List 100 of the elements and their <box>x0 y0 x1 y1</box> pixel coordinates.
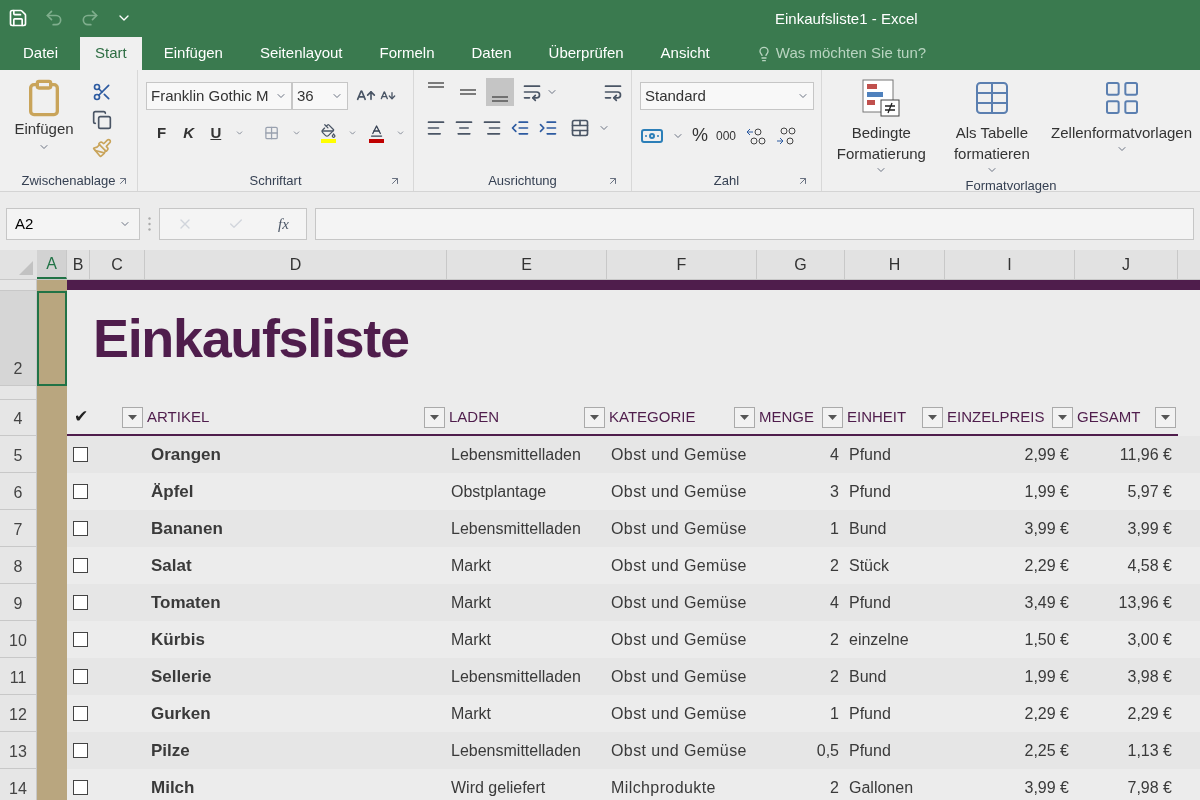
vertical-align-button[interactable] <box>486 78 514 106</box>
row-header[interactable]: 2 <box>0 291 37 386</box>
filter-button[interactable] <box>734 406 755 428</box>
font-name-field[interactable]: Franklin Gothic M <box>146 82 292 110</box>
caret-icon <box>1161 414 1170 420</box>
column-header[interactable]: A <box>37 250 67 279</box>
dialog-launcher-icon[interactable] <box>389 175 401 187</box>
row-checkbox[interactable] <box>73 743 88 758</box>
row-checkbox[interactable] <box>73 632 88 647</box>
row-checkbox[interactable] <box>73 669 88 684</box>
shaded-cell[interactable] <box>37 386 67 400</box>
ribbon-tab[interactable]: Ansicht <box>645 37 725 70</box>
row-checkbox[interactable] <box>73 780 88 795</box>
decrease-indent-icon[interactable] <box>510 118 530 138</box>
ribbon-tab[interactable]: Start <box>80 37 142 70</box>
row-header[interactable]: 6 <box>0 473 37 510</box>
grip-icon[interactable] <box>148 217 151 231</box>
column-header[interactable]: F <box>607 250 757 279</box>
formula-field[interactable] <box>315 208 1194 240</box>
wrap-text-icon[interactable] <box>603 82 623 102</box>
table-cell-text: 3,98 € <box>1127 666 1172 687</box>
row-header[interactable]: 9 <box>0 584 37 621</box>
align-left-icon[interactable] <box>426 118 446 138</box>
style-button[interactable]: Als Tabelle formatieren <box>936 78 1048 176</box>
row-checkbox[interactable] <box>73 558 88 573</box>
merge-cells-icon[interactable] <box>570 118 590 138</box>
increase-indent-icon[interactable] <box>538 118 558 138</box>
table-cell-text: 3,99 € <box>1024 777 1069 798</box>
column-header[interactable]: G <box>757 250 845 279</box>
thousands-button[interactable]: 000 <box>716 126 737 145</box>
align-center-icon[interactable] <box>454 118 474 138</box>
ribbon-tab[interactable]: Seitenlayout <box>244 37 358 70</box>
paste-button[interactable]: Einfügen <box>4 78 84 158</box>
font-size-field[interactable]: 36 <box>292 82 348 110</box>
font-style-button[interactable]: U <box>208 122 224 145</box>
increase-decimal-icon[interactable] <box>744 125 767 146</box>
ribbon-tab[interactable]: Datei <box>8 37 74 70</box>
row-checkbox[interactable] <box>73 521 88 536</box>
row-header[interactable]: 13 <box>0 732 37 769</box>
table-cell-text: Gallonen <box>849 777 914 798</box>
cut-icon[interactable] <box>92 82 112 102</box>
filter-button[interactable] <box>1052 406 1073 428</box>
font-style-button[interactable]: K <box>181 122 197 145</box>
insert-function-button[interactable]: fx <box>277 212 289 236</box>
filter-button[interactable] <box>822 406 843 428</box>
table-cell-text: 0,5 <box>816 740 839 761</box>
font-color-icon[interactable] <box>368 123 384 144</box>
group-label: Ausrichtung <box>488 172 557 191</box>
table-cell-text: Lebensmittelladen <box>451 666 581 687</box>
save-icon[interactable] <box>8 7 28 28</box>
ribbon-tab[interactable]: Einfügen <box>148 37 238 70</box>
row-header[interactable]: 7 <box>0 510 37 547</box>
filter-button[interactable] <box>584 406 605 428</box>
column-header[interactable]: I <box>945 250 1075 279</box>
row-checkbox[interactable] <box>73 484 88 499</box>
filter-button[interactable] <box>424 406 445 428</box>
row-header[interactable]: 4 <box>0 400 37 436</box>
table-cell-text: 13,96 € <box>1118 592 1172 613</box>
style-button[interactable]: Bedingte Formatierung <box>826 78 937 176</box>
shaded-cell[interactable] <box>37 280 67 291</box>
decrease-decimal-icon[interactable] <box>774 125 797 146</box>
filter-button[interactable] <box>922 406 943 428</box>
number-format-field[interactable]: Standard <box>640 82 814 110</box>
percent-button[interactable]: % <box>692 122 708 149</box>
column-header[interactable]: B <box>67 250 90 279</box>
align-right-icon[interactable] <box>482 118 502 138</box>
row-header[interactable]: 11 <box>0 658 37 695</box>
row-checkbox[interactable] <box>73 595 88 610</box>
filter-button[interactable] <box>1155 406 1176 428</box>
table-cell-text: Obstplantage <box>451 481 547 502</box>
filter-button[interactable] <box>122 406 143 428</box>
row-header[interactable]: 10 <box>0 621 37 658</box>
ribbon-tab[interactable]: Daten <box>456 37 527 70</box>
row-checkbox[interactable] <box>73 447 88 462</box>
selected-cell[interactable] <box>37 291 67 386</box>
column-header[interactable]: D <box>145 250 447 279</box>
ribbon-tab[interactable]: Formeln <box>364 37 450 70</box>
dialog-launcher-icon[interactable] <box>607 175 619 187</box>
dialog-launcher-icon[interactable] <box>117 175 129 187</box>
ribbon-tab[interactable]: Überprüfen <box>533 37 639 70</box>
row-header[interactable]: 8 <box>0 547 37 584</box>
fill-color-icon[interactable] <box>320 123 336 144</box>
style-button[interactable]: Zellenformatvorlagen <box>1047 78 1196 155</box>
font-style-button[interactable]: F <box>154 122 170 145</box>
column-header[interactable]: E <box>447 250 607 279</box>
shaded-cell[interactable] <box>37 769 67 800</box>
column-header[interactable]: J <box>1075 250 1178 279</box>
table-cell-text: Äpfel <box>150 480 194 503</box>
row-header[interactable]: 5 <box>0 436 37 473</box>
copy-icon[interactable] <box>92 110 112 130</box>
row-header[interactable]: 14 <box>0 769 37 800</box>
table-cell-text: Lebensmittelladen <box>451 518 581 539</box>
table-cell-text: Obst und Gemüse <box>611 703 747 724</box>
name-box[interactable]: A2 <box>6 208 140 240</box>
table-cell-text: 2 <box>830 629 839 650</box>
column-header[interactable]: H <box>845 250 945 279</box>
row-header[interactable]: 12 <box>0 695 37 732</box>
dialog-launcher-icon[interactable] <box>797 175 809 187</box>
column-header[interactable]: C <box>90 250 145 279</box>
row-checkbox[interactable] <box>73 706 88 721</box>
